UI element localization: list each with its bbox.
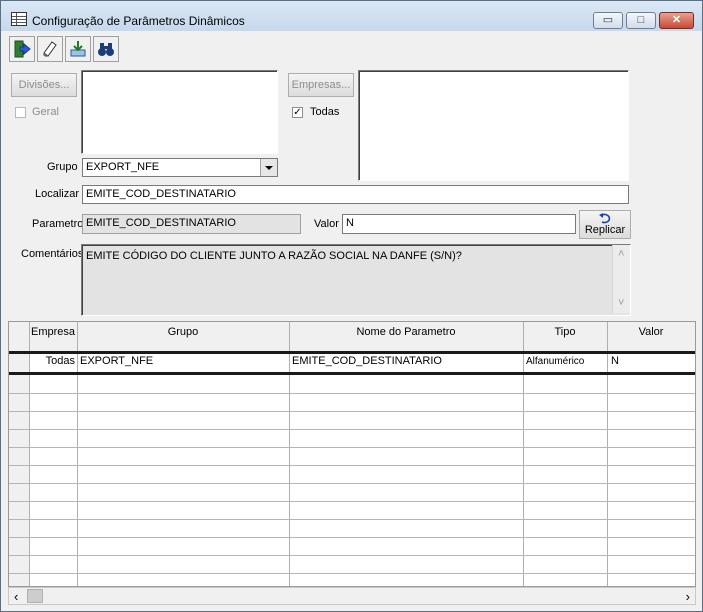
todas-label: Todas	[310, 106, 340, 118]
parametro-label: Parametro	[32, 218, 84, 230]
minimize-icon: ▭	[602, 14, 614, 26]
table-row[interactable]: Todas EXPORT_NFE EMITE_COD_DESTINATARIO …	[9, 354, 695, 375]
empty-row[interactable]	[9, 429, 695, 448]
empty-row[interactable]	[9, 537, 695, 556]
close-button[interactable]: ✕	[659, 12, 694, 29]
divisoes-list[interactable]	[81, 70, 278, 154]
clear-button[interactable]	[37, 36, 63, 62]
grid-horizontal-scrollbar[interactable]: ‹ ›	[8, 587, 696, 605]
empty-row[interactable]	[9, 555, 695, 574]
scroll-right-icon[interactable]: ›	[686, 589, 690, 604]
column-header-empresa[interactable]: Empresa	[29, 322, 77, 351]
app-table-icon	[11, 12, 27, 26]
empty-row[interactable]	[9, 447, 695, 466]
scroll-left-icon[interactable]: ‹	[14, 589, 18, 604]
localizar-label: Localizar	[35, 188, 80, 200]
main-window: Configuração de Parâmetros Dinâmicos ▭ □…	[0, 0, 703, 612]
valor-input[interactable]: N	[342, 214, 576, 234]
column-header-valor[interactable]: Valor	[607, 322, 695, 351]
column-header-nome[interactable]: Nome do Parametro	[289, 322, 523, 351]
eraser-icon	[43, 41, 57, 57]
close-icon: ✕	[671, 14, 682, 26]
window-title: Configuração de Parâmetros Dinâmicos	[32, 14, 245, 28]
maximize-button[interactable]: □	[626, 12, 656, 29]
empty-row[interactable]	[9, 573, 695, 586]
geral-checkbox[interactable]	[15, 107, 26, 118]
save-button[interactable]	[65, 36, 91, 62]
localizar-input[interactable]: EMITE_COD_DESTINATARIO	[82, 185, 629, 204]
parameters-grid: Empresa Grupo Nome do Parametro Tipo Val…	[8, 321, 696, 587]
column-header-grupo[interactable]: Grupo	[77, 322, 289, 351]
empty-row[interactable]	[9, 501, 695, 520]
maximize-icon: □	[637, 14, 645, 26]
todas-checkbox[interactable]: ✓	[292, 107, 303, 118]
exit-icon	[14, 40, 31, 58]
grupo-label: Grupo	[47, 161, 78, 173]
replicar-label: Replicar	[584, 224, 626, 236]
save-icon	[70, 41, 86, 57]
exit-button[interactable]	[9, 36, 35, 62]
empty-row[interactable]	[9, 393, 695, 412]
cell-grupo: EXPORT_NFE	[80, 355, 154, 367]
chevron-down-icon	[265, 166, 273, 170]
minimize-button[interactable]: ▭	[593, 12, 623, 29]
empty-row[interactable]	[9, 519, 695, 538]
scroll-down-icon[interactable]: ˅	[618, 297, 624, 309]
binoculars-icon	[98, 43, 114, 56]
comentarios-textarea[interactable]: EMITE CÓDIGO DO CLIENTE JUNTO A RAZÃO SO…	[81, 244, 631, 316]
cell-tipo: Alfanumérico	[526, 356, 585, 367]
grupo-value: EXPORT_NFE	[86, 161, 160, 173]
empresas-button[interactable]: Empresas...	[288, 73, 354, 97]
empty-row[interactable]	[9, 411, 695, 430]
scroll-up-icon[interactable]: ˄	[618, 248, 624, 260]
valor-label: Valor	[314, 218, 339, 230]
grupo-select[interactable]: EXPORT_NFE	[82, 158, 278, 177]
dropdown-button[interactable]	[260, 159, 277, 176]
comentarios-label: Comentários	[21, 248, 84, 260]
empresas-list[interactable]	[358, 70, 629, 181]
scroll-thumb[interactable]	[27, 589, 43, 603]
replicar-button[interactable]: Replicar	[579, 210, 631, 239]
column-header-tipo[interactable]: Tipo	[523, 322, 607, 351]
check-mark-icon: ✓	[293, 107, 302, 118]
geral-label: Geral	[32, 106, 59, 118]
title-bar[interactable]: Configuração de Parâmetros Dinâmicos ▭ □…	[1, 1, 702, 31]
cell-valor: N	[611, 355, 619, 367]
empty-row[interactable]	[9, 465, 695, 484]
cell-empresa: Todas	[45, 355, 75, 367]
comentarios-scrollbar[interactable]: ˄ ˅	[612, 245, 630, 313]
divisoes-button[interactable]: Divisões...	[11, 73, 77, 97]
empty-row[interactable]	[9, 375, 695, 394]
comentarios-text: EMITE CÓDIGO DO CLIENTE JUNTO A RAZÃO SO…	[86, 250, 462, 262]
search-button[interactable]	[93, 36, 119, 62]
empty-row[interactable]	[9, 483, 695, 502]
cell-nome: EMITE_COD_DESTINATARIO	[292, 355, 442, 367]
parametro-field: EMITE_COD_DESTINATARIO	[82, 214, 301, 234]
undo-arrow-icon	[599, 213, 611, 224]
